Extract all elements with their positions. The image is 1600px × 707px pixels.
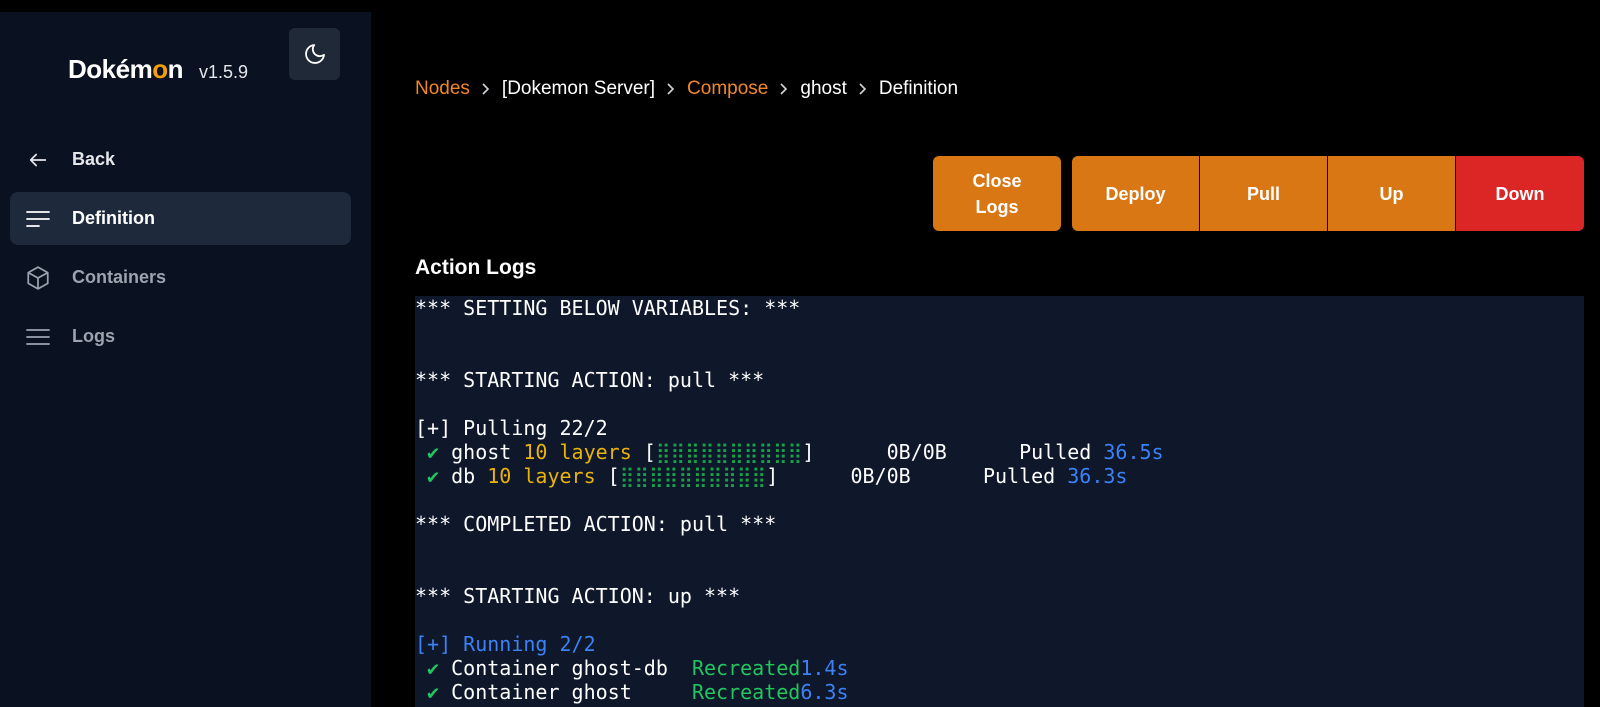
chevron-right-icon — [665, 82, 677, 96]
arrow-left-icon — [24, 146, 52, 174]
sidebar-item-containers[interactable]: Containers — [10, 251, 351, 304]
close-logs-button[interactable]: Close Logs — [933, 156, 1061, 231]
sidebar: Dokémon v1.5.9 Back Definition Container… — [0, 12, 371, 707]
sidebar-item-back[interactable]: Back — [10, 133, 351, 186]
chevron-right-icon — [857, 82, 869, 96]
chevron-right-icon — [480, 82, 492, 96]
breadcrumb: Nodes [Dokemon Server] Compose ghost Def… — [415, 78, 958, 100]
log-line: ✔ db 10 layers [⣿⣿⣿⣿⣿⣿⣿⣿⣿⣿] 0B/0B Pulled… — [415, 464, 1128, 488]
log-line: *** STARTING ACTION: up *** — [415, 584, 741, 608]
breadcrumb-project: ghost — [800, 78, 847, 99]
breadcrumb-compose-link[interactable]: Compose — [687, 78, 768, 100]
menu-lines-icon — [24, 205, 52, 233]
log-line: ✔ ghost 10 layers [⣿⣿⣿⣿⣿⣿⣿⣿⣿⣿] 0B/0B Pul… — [415, 440, 1164, 464]
log-line: [+] Pulling 22/2 — [415, 416, 608, 440]
list-icon — [24, 323, 52, 351]
action-log-output[interactable]: *** SETTING BELOW VARIABLES: *** *** STA… — [415, 296, 1584, 707]
app-logo: Dokémon — [68, 54, 184, 84]
sidebar-item-logs[interactable]: Logs — [10, 310, 351, 363]
deploy-button[interactable]: Deploy — [1072, 156, 1199, 231]
log-line: ✔ Container ghost-db Recreated1.4s — [415, 656, 849, 680]
sidebar-item-label: Back — [72, 149, 116, 169]
close-logs-label: Close Logs — [972, 170, 1022, 217]
log-line: [+] Running 2/2 — [415, 632, 596, 656]
log-line: ✔ Container ghost Recreated6.3s — [415, 680, 849, 704]
moon-icon — [304, 44, 325, 64]
chevron-right-icon — [778, 82, 790, 96]
sidebar-item-label: Logs — [72, 326, 115, 346]
pull-button[interactable]: Pull — [1200, 156, 1327, 231]
up-button[interactable]: Up — [1328, 156, 1455, 231]
action-logs-title: Action Logs — [415, 256, 537, 279]
brand: Dokémon v1.5.9 — [68, 54, 248, 85]
sidebar-item-label: Containers — [72, 267, 167, 287]
sidebar-item-definition[interactable]: Definition — [10, 192, 351, 245]
breadcrumb-server: [Dokemon Server] — [501, 78, 656, 99]
log-line: *** SETTING BELOW VARIABLES: *** — [415, 296, 801, 320]
log-line: *** STARTING ACTION: pull *** — [415, 368, 765, 392]
down-button[interactable]: Down — [1456, 156, 1584, 231]
breadcrumb-nodes-link[interactable]: Nodes — [415, 78, 470, 100]
theme-toggle-button[interactable] — [289, 28, 340, 80]
sidebar-nav: Back Definition Containers Logs — [10, 133, 351, 369]
log-line: *** COMPLETED ACTION: pull *** — [415, 512, 777, 536]
cube-icon — [24, 264, 52, 292]
app-version: v1.5.9 — [199, 62, 249, 82]
sidebar-item-label: Definition — [72, 208, 155, 228]
breadcrumb-current: Definition — [878, 78, 959, 99]
